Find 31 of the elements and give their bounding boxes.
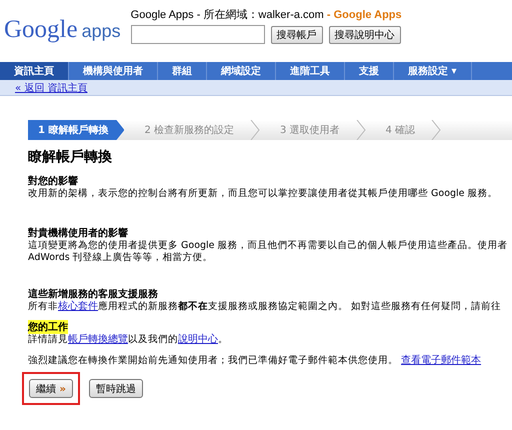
- section-text: 這項變更將為您的使用者提供更多 Google 服務，而且他們不再需要以自己的個人帳戶使用這些產品。使用者: [28, 240, 509, 252]
- wizard-step: 2 檢查新服務的設定: [124, 120, 250, 140]
- domain-title: Google Apps - 所在網域：walker-a.com - Google Apps: [130, 8, 402, 22]
- inline-link[interactable]: 核心套件: [58, 301, 98, 312]
- section-text: AdWords 刊登線上廣告等等，相當方便。: [28, 252, 214, 264]
- inline-link[interactable]: 說明中心: [178, 334, 218, 345]
- inline-link[interactable]: 查看電子郵件範本: [401, 355, 482, 366]
- section-text: 所有非核心套件應用程式的新服務都不在支援服務或服務協定範圍之內。 如對這些服務有任何疑問，請前往: [28, 301, 502, 313]
- wizard-step: 1 瞭解帳戶轉換: [28, 120, 124, 140]
- back-link[interactable]: « 返回 資訊主頁: [15, 80, 88, 94]
- chevron-icon: [431, 120, 442, 140]
- wizard-step: 4 確認: [366, 120, 432, 140]
- section-title: 您的工作: [28, 320, 68, 334]
- search-button[interactable]: 搜尋說明中心: [328, 26, 401, 44]
- section-title: 這些新增服務的客服支援服務: [28, 287, 158, 300]
- search-button[interactable]: 搜尋帳戶: [270, 26, 323, 44]
- chevron-icon: [356, 120, 366, 140]
- page-heading: 瞭解帳戶轉換: [28, 148, 113, 166]
- google-apps-logo: Google apps: [4, 17, 121, 44]
- search-field[interactable]: [130, 25, 265, 44]
- skip-button[interactable]: 暫時跳過: [88, 379, 143, 398]
- wizard-step: 3 選取使用者: [260, 120, 356, 140]
- chevron-icon: [250, 120, 260, 140]
- section-text: 詳情請見帳戶轉換總覽以及我們的說明中心。: [28, 334, 229, 346]
- continue-button[interactable]: 繼續 »: [29, 379, 73, 398]
- inline-link[interactable]: 帳戶轉換總覽: [68, 334, 128, 345]
- section-title: 對您的影響: [28, 174, 78, 188]
- notice-text: 強烈建議您在轉換作業開始前先通知使用者；我們已準備好電子郵件範本供您使用。 查看電子郵件範本: [28, 355, 482, 367]
- section-text: 改用新的架構，表示您的控制台將有所更新，而且您可以掌控要讓使用者從其帳戶使用哪些 Google 服務。: [28, 188, 499, 200]
- section-title: 對貴機構使用者的影響: [28, 226, 128, 240]
- nav-tab[interactable]: 資訊主頁: [0, 62, 69, 80]
